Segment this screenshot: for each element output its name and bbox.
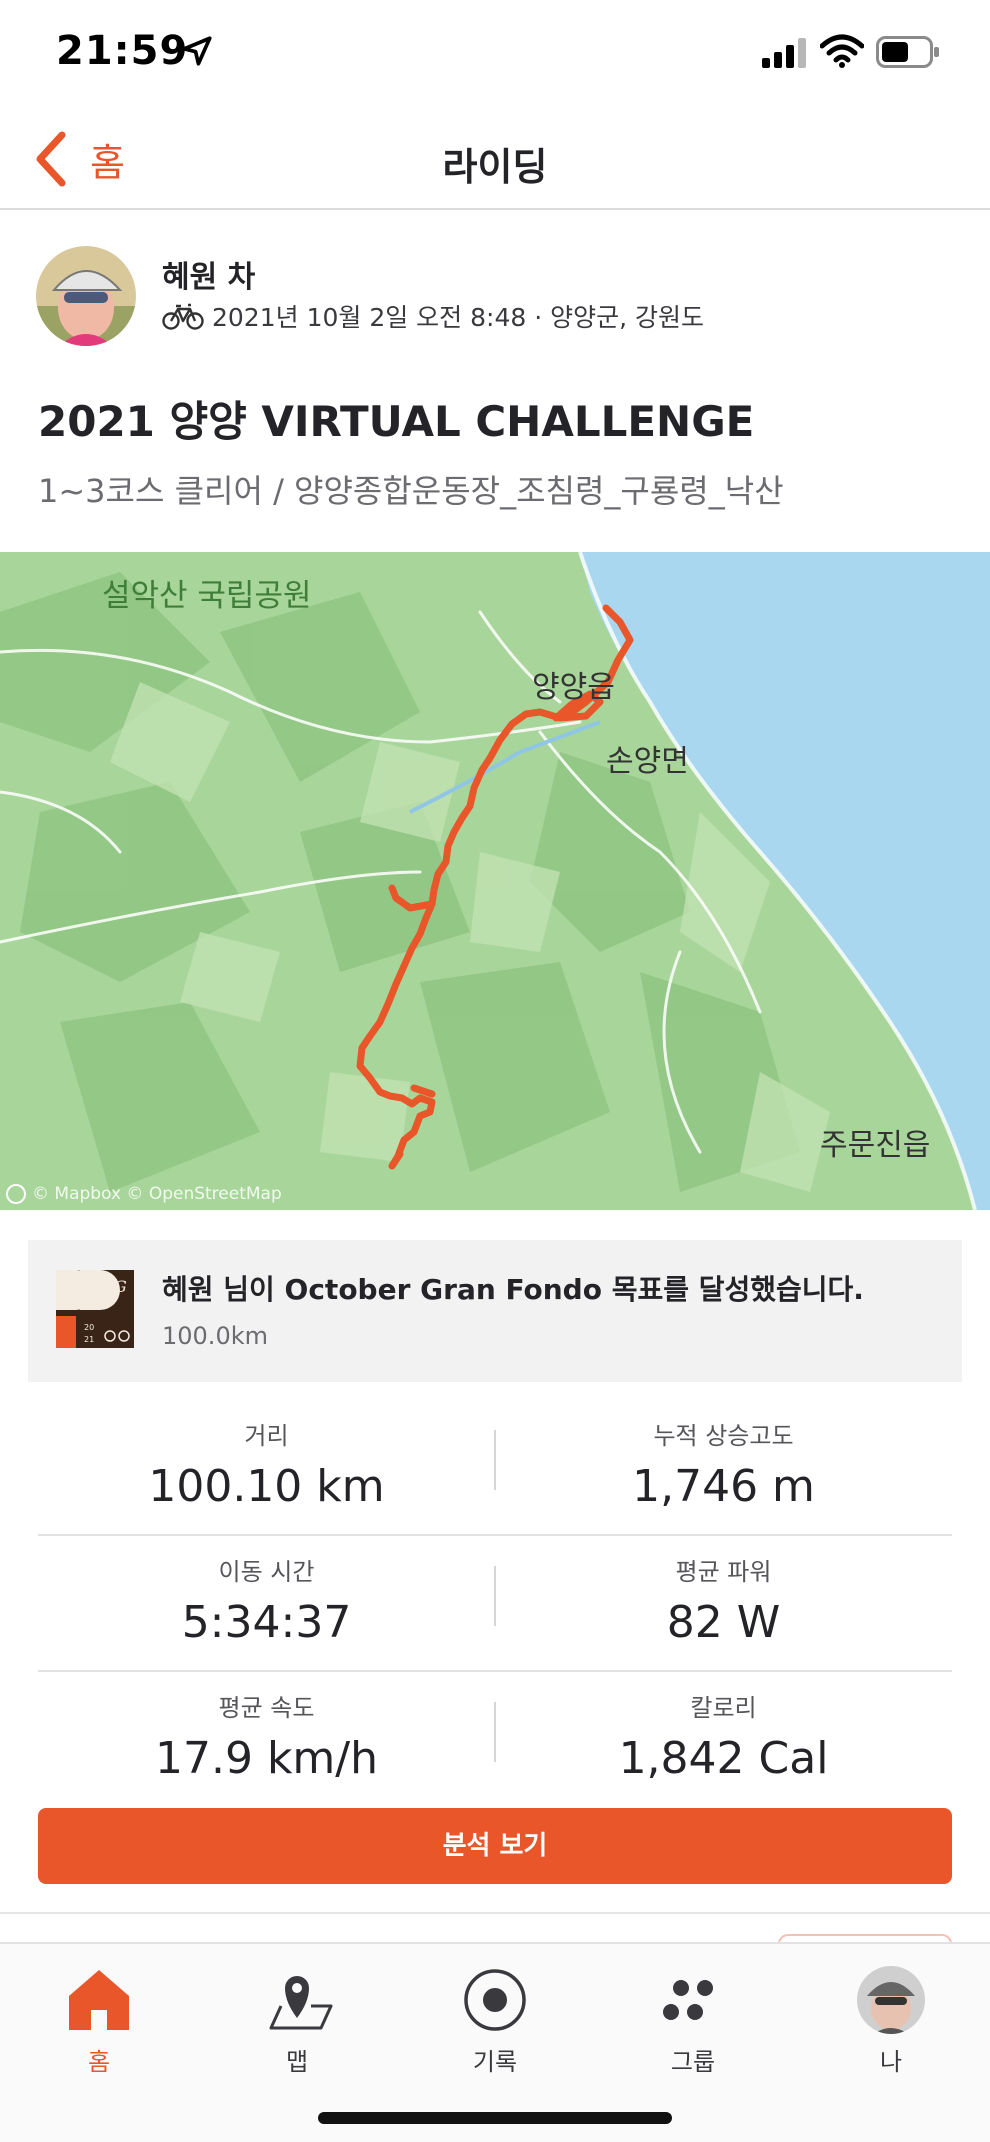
stat-distance: 거리 100.10 km	[38, 1400, 495, 1536]
avatar-image	[36, 246, 136, 346]
map-label-park: 설악산 국립공원	[102, 578, 312, 614]
activity-meta: 2021년 10월 2일 오전 8:48 · 양양군, 강원도	[162, 298, 704, 334]
cellular-signal-icon	[762, 38, 806, 68]
nav-bar: 홈 라이딩	[0, 110, 990, 210]
location-arrow-icon	[182, 36, 212, 66]
tab-maps[interactable]: 맵	[198, 1964, 396, 2077]
gran-fondo-badge-icon: G 20 21	[56, 1270, 134, 1348]
achievement-distance: 100.0km	[162, 1322, 268, 1350]
map-icon	[269, 1976, 333, 2030]
battery-icon	[876, 36, 939, 68]
svg-text:21: 21	[84, 1335, 94, 1344]
stat-elevation-gain: 누적 상승고도 1,746 m	[495, 1400, 952, 1536]
tab-record[interactable]: 기록	[396, 1964, 594, 2077]
next-section-peek	[0, 1912, 990, 1954]
tab-home[interactable]: 홈	[0, 1964, 198, 2077]
activity-title: 2021 양양 VIRTUAL CHALLENGE	[38, 397, 755, 446]
stat-moving-time: 이동 시간 5:34:37	[38, 1536, 495, 1672]
stats-row: 이동 시간 5:34:37 평균 파워 82 W	[38, 1536, 952, 1672]
home-indicator	[318, 2112, 672, 2124]
bike-icon	[162, 303, 204, 330]
stats-row: 평균 속도 17.9 km/h 칼로리 1,842 Cal	[38, 1672, 952, 1808]
stat-label: 누적 상승고도	[653, 1422, 794, 1450]
tab-label: 나	[879, 2048, 903, 2076]
stat-value: 1,842 Cal	[618, 1733, 829, 1784]
athlete-header: 혜원 차 2021년 10월 2일 오전 8:48 · 양양군, 강원도	[36, 246, 956, 346]
map-label-town: 주문진읍	[820, 1128, 931, 1163]
map-attribution[interactable]: © Mapbox © OpenStreetMap	[6, 1184, 282, 1204]
page-title: 라이딩	[442, 145, 548, 189]
groups-icon	[663, 1980, 713, 2020]
home-icon	[69, 1970, 129, 2030]
map-label-town: 손양면	[606, 744, 689, 779]
record-icon	[464, 1969, 526, 2031]
stat-value: 82 W	[666, 1597, 781, 1648]
stat-label: 칼로리	[690, 1694, 757, 1722]
stat-avg-speed: 평균 속도 17.9 km/h	[38, 1672, 495, 1808]
stat-label: 평균 파워	[675, 1558, 772, 1586]
tab-label: 기록	[472, 2048, 518, 2076]
view-analysis-button[interactable]: 분석 보기	[38, 1808, 952, 1884]
stat-avg-power: 평균 파워 82 W	[495, 1536, 952, 1672]
svg-text:G: G	[114, 1277, 127, 1296]
svg-text:20: 20	[84, 1323, 94, 1332]
tab-label: 그룹	[670, 2048, 716, 2076]
stat-label: 평균 속도	[218, 1694, 315, 1722]
stat-label: 거리	[244, 1422, 289, 1450]
status-time: 21:59	[56, 28, 189, 74]
stats-grid: 거리 100.10 km 누적 상승고도 1,746 m 이동 시간 5:34:…	[38, 1400, 952, 1808]
mapbox-logo-icon	[6, 1184, 26, 1204]
status-bar: 21:59	[0, 0, 990, 110]
tab-you[interactable]: 나	[792, 1964, 990, 2077]
map-canvas	[0, 552, 990, 1210]
stat-label: 이동 시간	[218, 1558, 315, 1586]
activity-date-location: 2021년 10월 2일 오전 8:48 · 양양군, 강원도	[212, 303, 705, 332]
athlete-name[interactable]: 혜원 차	[162, 252, 255, 296]
athlete-avatar[interactable]	[36, 246, 136, 346]
route-map[interactable]: 설악산 국립공원 양양읍 손양면 주문진읍 © Mapbox © OpenStr…	[0, 552, 990, 1210]
wifi-icon	[820, 34, 864, 68]
stat-value: 5:34:37	[181, 1597, 352, 1648]
profile-avatar	[857, 1966, 925, 2034]
map-label-town: 양양읍	[532, 670, 615, 705]
tab-groups[interactable]: 그룹	[594, 1964, 792, 2077]
stat-calories: 칼로리 1,842 Cal	[495, 1672, 952, 1808]
stat-value: 17.9 km/h	[154, 1733, 378, 1784]
stat-value: 1,746 m	[632, 1461, 815, 1512]
achievement-title: 혜원 님이 October Gran Fondo 목표를 달성했습니다.	[162, 1273, 864, 1306]
tab-bar: 홈 맵 기록 그룹 나	[0, 1942, 990, 2142]
activity-description: 1~3코스 클리어 / 양양종합운동장_조침령_구룡령_낙산	[38, 472, 784, 510]
achievement-card[interactable]: G 20 21 혜원 님이 October Gran Fondo 목표를 달성했…	[28, 1240, 962, 1382]
stat-value: 100.10 km	[148, 1461, 385, 1512]
tab-label: 맵	[285, 2048, 309, 2076]
tab-label: 홈	[87, 2048, 111, 2076]
stats-row: 거리 100.10 km 누적 상승고도 1,746 m	[38, 1400, 952, 1536]
